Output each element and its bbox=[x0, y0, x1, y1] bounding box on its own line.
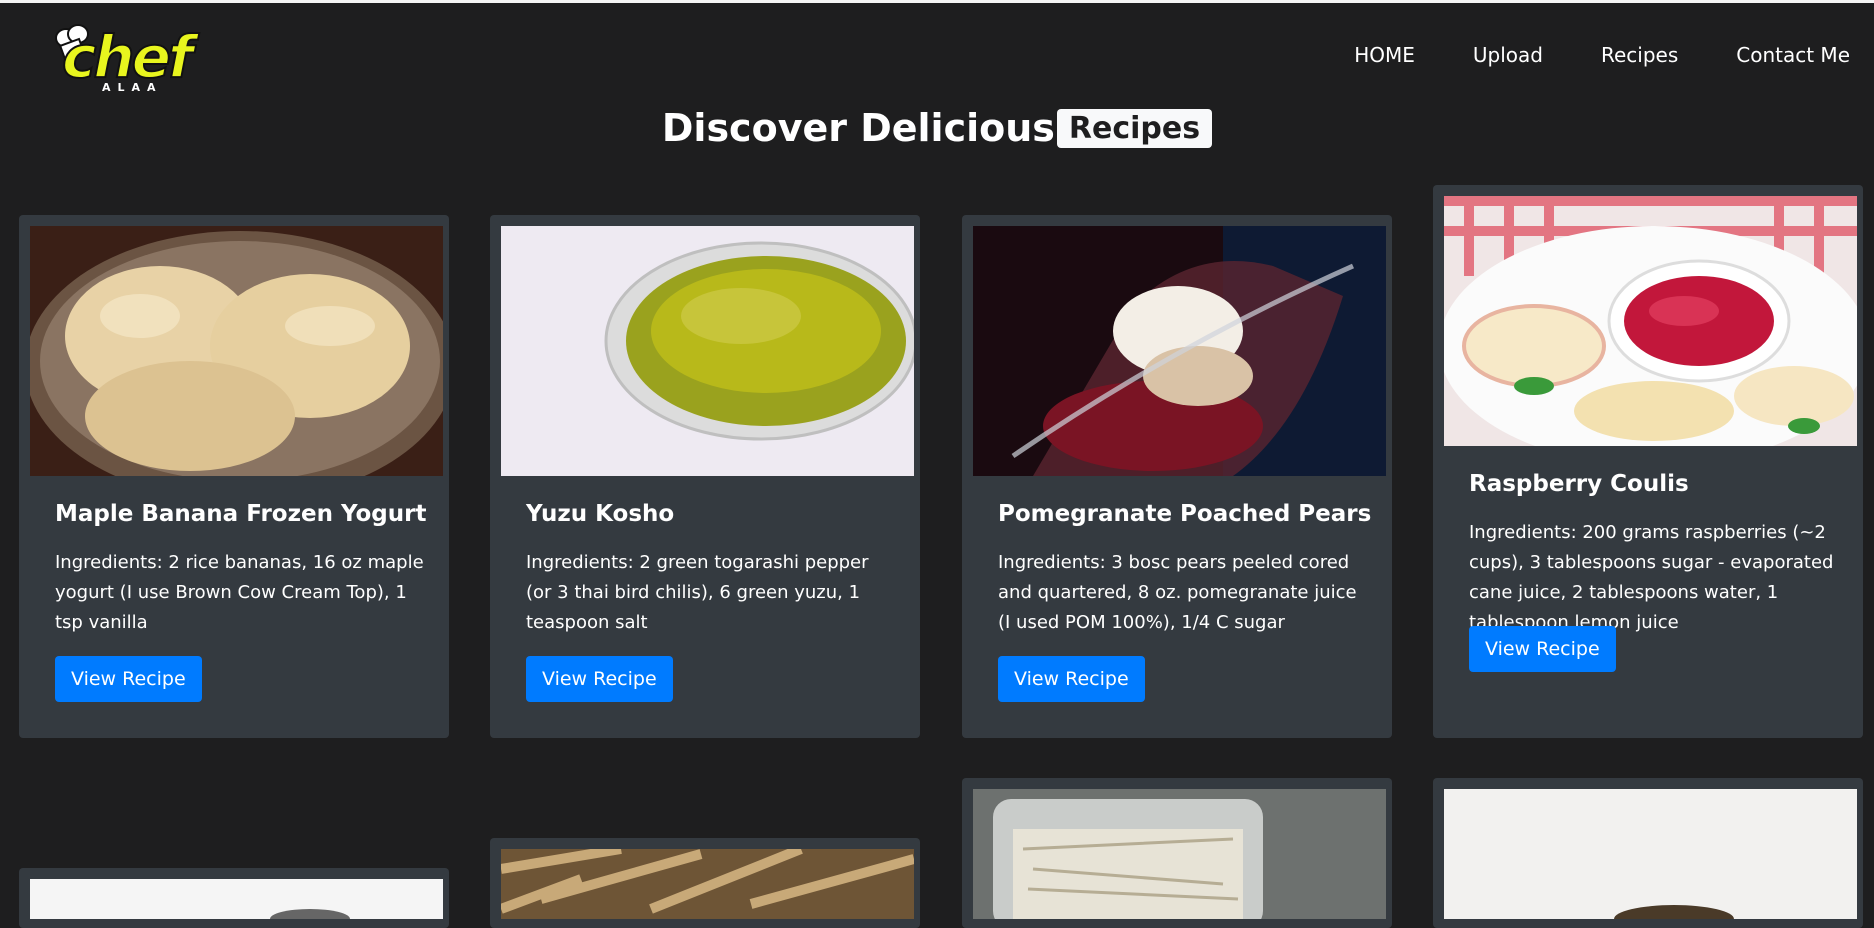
recipe-card: Maple Banana Frozen Yogurt Ingredients: … bbox=[19, 215, 449, 738]
recipe-card: Yuzu Kosho Ingredients: 2 green togarash… bbox=[490, 215, 920, 738]
nav-contact[interactable]: Contact Me bbox=[1736, 43, 1850, 67]
recipe-title: Maple Banana Frozen Yogurt bbox=[55, 501, 427, 527]
nav-home[interactable]: HOME bbox=[1354, 43, 1415, 67]
nav-upload[interactable]: Upload bbox=[1473, 43, 1543, 67]
view-recipe-button[interactable]: View Recipe bbox=[526, 656, 673, 702]
nav-recipes[interactable]: Recipes bbox=[1601, 43, 1678, 67]
recipe-ingredients: Ingredients: 3 bosc pears peeled cored a… bbox=[998, 552, 1357, 633]
recipe-image bbox=[973, 789, 1386, 919]
recipe-card: Pomegranate Poached Pears Ingredients: 3… bbox=[962, 215, 1392, 738]
recipe-title: Raspberry Coulis bbox=[1469, 471, 1689, 497]
recipe-ingredients: Ingredients: 200 grams raspberries (~2 c… bbox=[1469, 522, 1834, 633]
brand-logo[interactable]: chef ALAA bbox=[42, 20, 222, 100]
page-title-badge: Recipes bbox=[1056, 109, 1213, 148]
view-recipe-button[interactable]: View Recipe bbox=[1469, 626, 1616, 672]
recipe-card bbox=[490, 838, 920, 928]
recipe-ingredients: Ingredients: 2 rice bananas, 16 oz maple… bbox=[55, 552, 424, 633]
recipe-image-raspberry-coulis bbox=[1444, 196, 1857, 446]
recipe-title: Pomegranate Poached Pears bbox=[998, 501, 1372, 527]
view-recipe-button[interactable]: View Recipe bbox=[55, 656, 202, 702]
recipe-card: Raspberry Coulis Ingredients: 200 grams … bbox=[1433, 185, 1863, 738]
recipe-image-yuzu-kosho bbox=[501, 226, 914, 476]
recipe-ingredients: Ingredients: 2 green togarashi pepper (o… bbox=[526, 552, 869, 633]
recipe-image-poached-pears bbox=[973, 226, 1386, 476]
top-border bbox=[0, 0, 1874, 3]
logo-subtitle: ALAA bbox=[102, 81, 163, 94]
recipe-title: Yuzu Kosho bbox=[526, 501, 675, 527]
logo-word: chef bbox=[61, 23, 194, 91]
recipe-image bbox=[30, 879, 443, 919]
recipe-card bbox=[19, 868, 449, 928]
page-title: Discover Delicious Recipes bbox=[0, 106, 1874, 150]
main-nav: HOME Upload Recipes Contact Me bbox=[1296, 43, 1850, 67]
page-title-text: Discover Delicious bbox=[661, 106, 1055, 150]
recipe-image-frozen-yogurt bbox=[30, 226, 443, 476]
view-recipe-button[interactable]: View Recipe bbox=[998, 656, 1145, 702]
recipe-image bbox=[501, 849, 914, 919]
recipe-image bbox=[1444, 789, 1857, 919]
